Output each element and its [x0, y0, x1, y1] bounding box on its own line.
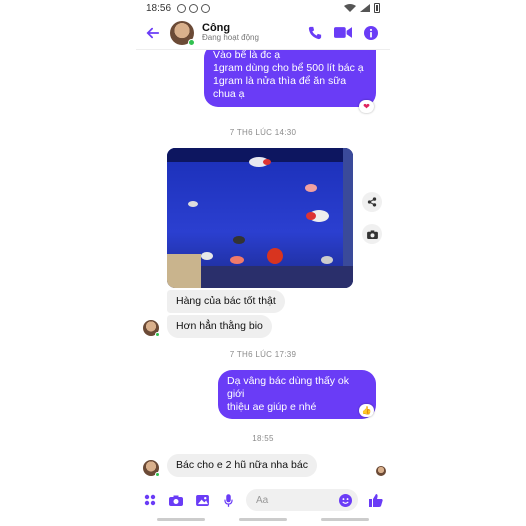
messenger-notification-icon: [189, 3, 199, 13]
back-arrow-icon[interactable]: [136, 16, 170, 50]
contact-presence: Đang hoạt động: [202, 33, 259, 43]
sender-avatar[interactable]: [143, 460, 160, 477]
signal-icon: [360, 4, 370, 12]
composer-camera-icon[interactable]: [168, 492, 184, 508]
camera-button[interactable]: [362, 224, 382, 244]
notification-icons: [177, 3, 211, 13]
sender-avatar[interactable]: [143, 320, 160, 337]
aquarium-image: [167, 148, 353, 288]
message-line: Dạ vâng bác dùng thấy ok giới: [227, 375, 350, 401]
online-indicator: [155, 472, 160, 477]
like-reaction[interactable]: 👍: [359, 404, 374, 417]
seen-indicator-avatar: [376, 466, 386, 476]
mic-icon[interactable]: [220, 492, 236, 508]
status-time: 18:56: [146, 2, 172, 14]
timestamp: 7 TH6 LÚC 17:39: [229, 350, 297, 359]
notification-icon-2: [201, 3, 211, 13]
share-button[interactable]: [362, 192, 382, 212]
incoming-message[interactable]: Hơn hẳn thằng bio: [167, 315, 272, 339]
message-line: 1gram dùng cho bể 500 lít bác ạ: [213, 62, 364, 75]
messenger-screen: 18:56 Công Đang hoạt động Vào bể là đc ạ…: [136, 0, 390, 526]
phone-icon[interactable]: [308, 26, 322, 40]
status-bar: 18:56: [136, 0, 390, 16]
contact-avatar[interactable]: [170, 20, 195, 46]
heart-reaction[interactable]: ❤: [359, 100, 374, 113]
outgoing-message[interactable]: Dạ vâng bác dùng thấy ok giới thiệu ae g…: [218, 370, 376, 420]
contact-info[interactable]: Công Đang hoạt động: [202, 22, 259, 43]
notification-icon: [177, 3, 187, 13]
message-line: 1gram là nửa thìa để ăn sữa: [213, 75, 347, 88]
header-actions: [308, 25, 390, 40]
wifi-icon: [344, 4, 356, 12]
online-indicator: [188, 38, 195, 46]
system-icons: [344, 3, 380, 13]
info-icon[interactable]: [364, 25, 378, 40]
message-input[interactable]: Aa: [246, 489, 358, 511]
timestamp: 7 TH6 LÚC 14:30: [229, 128, 297, 137]
message-list[interactable]: Vào bể là đc ạ 1gram dùng cho bể 500 lít…: [136, 50, 390, 486]
battery-icon: [374, 3, 380, 13]
message-line: Vào bể là đc ạ: [213, 50, 281, 61]
aquarium-photo[interactable]: [167, 148, 353, 288]
outgoing-message[interactable]: Vào bể là đc ạ 1gram dùng cho bể 500 lít…: [204, 50, 376, 107]
gallery-icon[interactable]: [194, 492, 210, 508]
video-icon[interactable]: [334, 26, 352, 39]
chat-header: Công Đang hoạt động: [136, 16, 390, 50]
apps-icon[interactable]: [142, 492, 158, 508]
nav-back-button[interactable]: [321, 518, 369, 521]
system-nav-bar: [140, 518, 386, 522]
online-indicator: [155, 332, 160, 337]
share-icon: [367, 197, 377, 207]
timestamp: 18:55: [252, 434, 274, 443]
input-placeholder: Aa: [256, 494, 269, 506]
message-line: thiệu ae giúp e nhé: [227, 401, 317, 414]
incoming-message[interactable]: Hàng của bác tốt thật: [167, 290, 285, 314]
like-icon[interactable]: [368, 492, 384, 508]
message-line: chua ạ: [213, 88, 245, 101]
emoji-icon[interactable]: [339, 493, 352, 507]
incoming-message[interactable]: Bác cho e 2 hũ nữa nha bác: [167, 454, 317, 478]
nav-home-button[interactable]: [239, 518, 287, 521]
nav-recents-button[interactable]: [157, 518, 205, 521]
camera-icon: [366, 229, 378, 239]
message-composer: Aa: [136, 486, 390, 514]
